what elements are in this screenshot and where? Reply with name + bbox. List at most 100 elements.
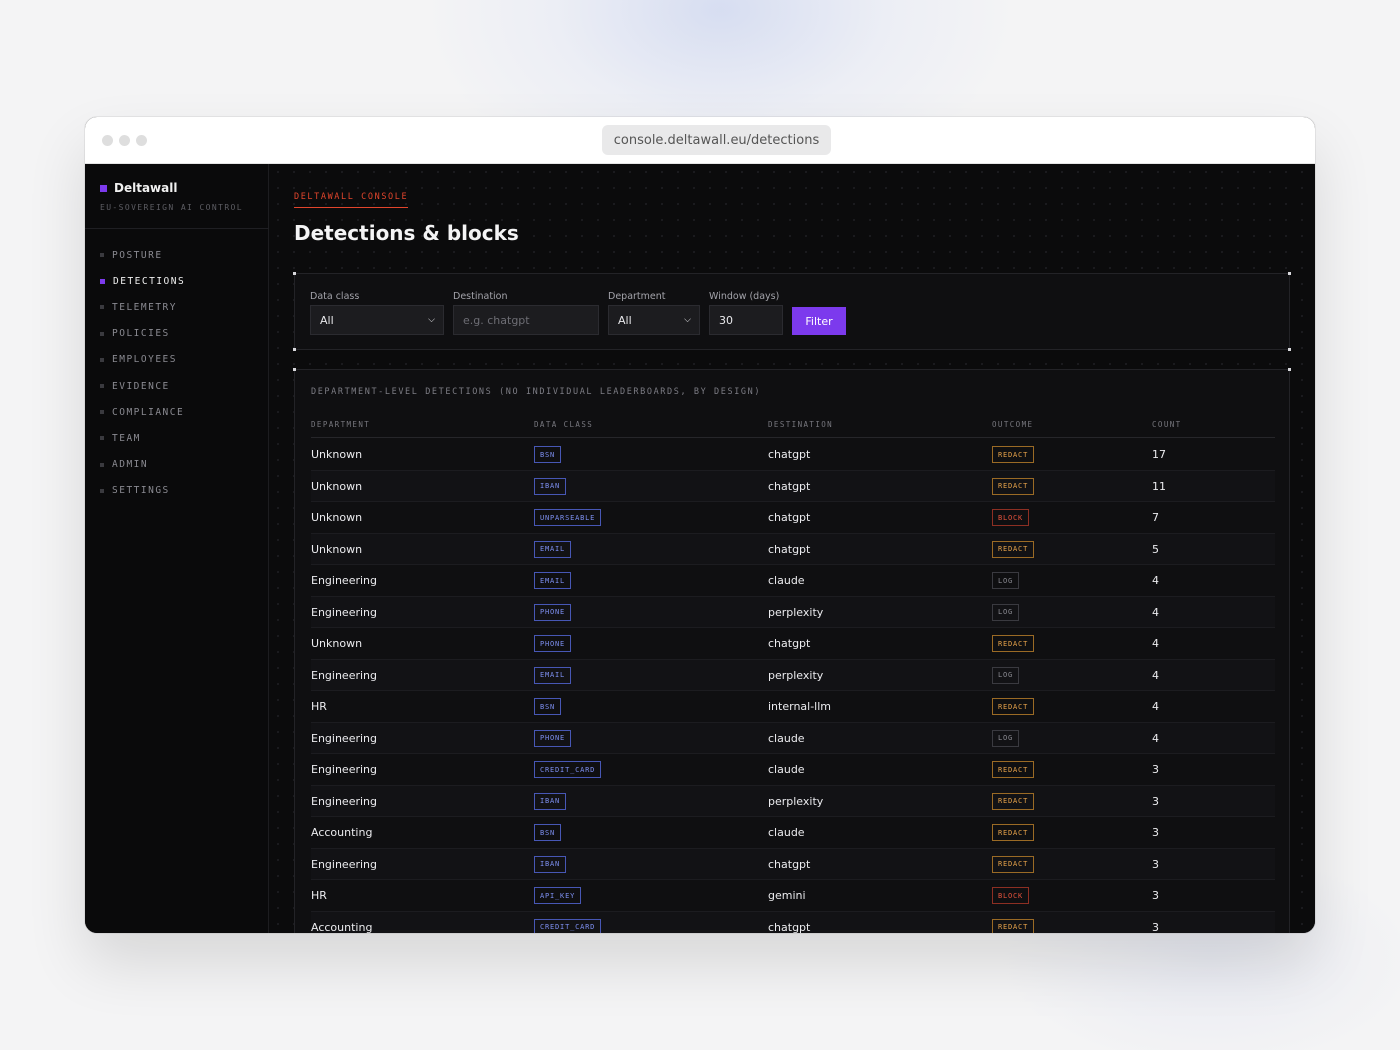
department-cell: Engineering (311, 574, 377, 587)
sidebar-item-telemetry[interactable]: TELEMETRY (100, 294, 185, 320)
destination-cell: perplexity (768, 668, 824, 682)
department-select[interactable]: All ⌵ (608, 305, 700, 335)
outcome-badge: REDACT (992, 635, 1035, 652)
table-row[interactable]: Engineering IBAN perplexity REDACT 3 (311, 785, 1275, 817)
data-class-badge: PHONE (534, 635, 572, 652)
count-cell: 4 (1152, 605, 1159, 619)
table-row[interactable]: Unknown PHONE chatgpt REDACT 4 (311, 628, 1275, 660)
department-cell: HR (311, 700, 327, 713)
count-cell: 3 (1152, 857, 1159, 871)
window-days-input[interactable]: 30 (709, 305, 783, 335)
brand[interactable]: Deltawall (100, 181, 177, 195)
table-row[interactable]: Unknown BSN chatgpt REDACT 17 (311, 439, 1275, 471)
window-minimize-dot[interactable] (119, 135, 130, 146)
outcome-badge: LOG (992, 603, 1020, 621)
department-cell: Engineering (311, 794, 377, 808)
panel-corner (293, 272, 296, 275)
table-row[interactable]: Engineering PHONE claude LOG 4 (311, 722, 1275, 754)
data-class-badge: EMAIL (534, 666, 572, 684)
column-header-count[interactable]: COUNT (1152, 420, 1182, 429)
data-class-badge: CREDIT_CARD (534, 918, 602, 933)
table-row[interactable]: Unknown IBAN chatgpt REDACT 11 (311, 470, 1275, 502)
chevron-down-icon: ⌵ (684, 315, 691, 325)
column-header-destination[interactable]: DESTINATION (768, 420, 833, 429)
table-row[interactable]: Engineering PHONE perplexity LOG 4 (311, 596, 1275, 628)
nav-bullet-icon (100, 488, 104, 493)
column-header-outcome[interactable]: OUTCOME (992, 420, 1033, 429)
outcome-badge: LOG (992, 572, 1020, 589)
data-class-badge: API_KEY (534, 887, 582, 904)
nav-bullet-icon (100, 253, 104, 258)
sidebar-item-label: TELEMETRY (112, 301, 177, 313)
data-class-badge: BSN (534, 698, 562, 715)
panel-corner (1288, 272, 1291, 275)
table-row[interactable]: Unknown EMAIL chatgpt REDACT 5 (311, 533, 1275, 565)
outcome-badge: REDACT (992, 540, 1035, 558)
data-class-badge: IBAN (534, 792, 567, 810)
page-title: Detections & blocks (294, 221, 519, 245)
column-header-data-class[interactable]: DATA CLASS (534, 420, 593, 429)
table-row[interactable]: Engineering CREDIT_CARD claude REDACT 3 (311, 754, 1275, 786)
data-class-badge: IBAN (534, 855, 567, 873)
data-class-select[interactable]: All ⌵ (310, 305, 444, 335)
sidebar-item-evidence[interactable]: EVIDENCE (100, 373, 185, 399)
table-body: Unknown BSN chatgpt REDACT 17 Unknown IBAN chat… (311, 439, 1275, 933)
department-cell: Accounting (311, 826, 373, 839)
count-cell: 3 (1152, 763, 1159, 776)
sidebar-item-label: POLICIES (112, 328, 170, 340)
outcome-badge: REDACT (992, 855, 1035, 873)
window-maximize-dot[interactable] (136, 135, 147, 146)
destination-cell: claude (768, 826, 805, 839)
count-cell: 3 (1152, 889, 1159, 902)
sidebar-divider (85, 228, 269, 229)
table-row[interactable]: Accounting CREDIT_CARD chatgpt REDACT 3 (311, 911, 1275, 934)
sidebar-item-label: SETTINGS (112, 485, 170, 497)
data-class-label: Data class (310, 291, 360, 302)
sidebar-item-admin[interactable]: ADMIN (100, 452, 185, 478)
destination-cell: perplexity (768, 794, 824, 808)
destination-cell: chatgpt (768, 448, 811, 461)
destination-label: Destination (453, 291, 508, 302)
department-cell: Engineering (311, 731, 377, 745)
count-cell: 11 (1152, 479, 1166, 493)
outcome-badge: BLOCK (992, 509, 1030, 526)
filter-button[interactable]: Filter (792, 307, 846, 335)
sidebar-item-policies[interactable]: POLICIES (100, 321, 185, 347)
nav-bullet-icon (100, 436, 104, 441)
panel-corner (1288, 368, 1291, 371)
sidebar-item-settings[interactable]: SETTINGS (100, 478, 185, 504)
address-bar[interactable]: console.deltawall.eu/detections (602, 125, 831, 155)
table-row[interactable]: Accounting BSN claude REDACT 3 (311, 817, 1275, 849)
sidebar-item-employees[interactable]: EMPLOYEES (100, 347, 185, 373)
nav-bullet-icon (100, 462, 104, 467)
destination-cell: chatgpt (768, 920, 811, 934)
count-cell: 4 (1152, 700, 1159, 713)
outcome-badge: BLOCK (992, 887, 1030, 904)
destination-input[interactable]: e.g. chatgpt (453, 305, 599, 335)
table-row[interactable]: HR API_KEY gemini BLOCK 3 (311, 880, 1275, 912)
table-row[interactable]: Unknown UNPARSEABLE chatgpt BLOCK 7 (311, 502, 1275, 534)
count-cell: 4 (1152, 574, 1159, 587)
table-row[interactable]: Engineering IBAN chatgpt REDACT 3 (311, 848, 1275, 880)
sidebar-item-posture[interactable]: POSTURE (100, 242, 185, 268)
outcome-badge: REDACT (992, 792, 1035, 810)
page-eyebrow: DELTAWALL CONSOLE (294, 192, 409, 208)
count-cell: 4 (1152, 637, 1159, 650)
destination-cell: chatgpt (768, 857, 811, 871)
filters-panel: Data class All ⌵ Destination e.g. chatgp… (293, 272, 1291, 351)
panel-corner (293, 348, 296, 351)
nav-bullet-icon (100, 305, 104, 310)
data-class-badge: PHONE (534, 603, 572, 621)
data-class-badge: BSN (534, 824, 562, 841)
sidebar-item-team[interactable]: TEAM (100, 425, 185, 451)
table-row[interactable]: Engineering EMAIL claude LOG 4 (311, 565, 1275, 597)
department-cell: Unknown (311, 448, 363, 461)
column-header-department[interactable]: DEPARTMENT (311, 420, 370, 429)
window-close-dot[interactable] (102, 135, 113, 146)
table-row[interactable]: Engineering EMAIL perplexity LOG 4 (311, 659, 1275, 691)
table-row[interactable]: HR BSN internal-llm REDACT 4 (311, 691, 1275, 723)
sidebar-item-compliance[interactable]: COMPLIANCE (100, 399, 185, 425)
destination-cell: gemini (768, 889, 806, 902)
data-class-badge: UNPARSEABLE (534, 509, 602, 526)
sidebar-item-detections[interactable]: DETECTIONS (100, 268, 185, 294)
